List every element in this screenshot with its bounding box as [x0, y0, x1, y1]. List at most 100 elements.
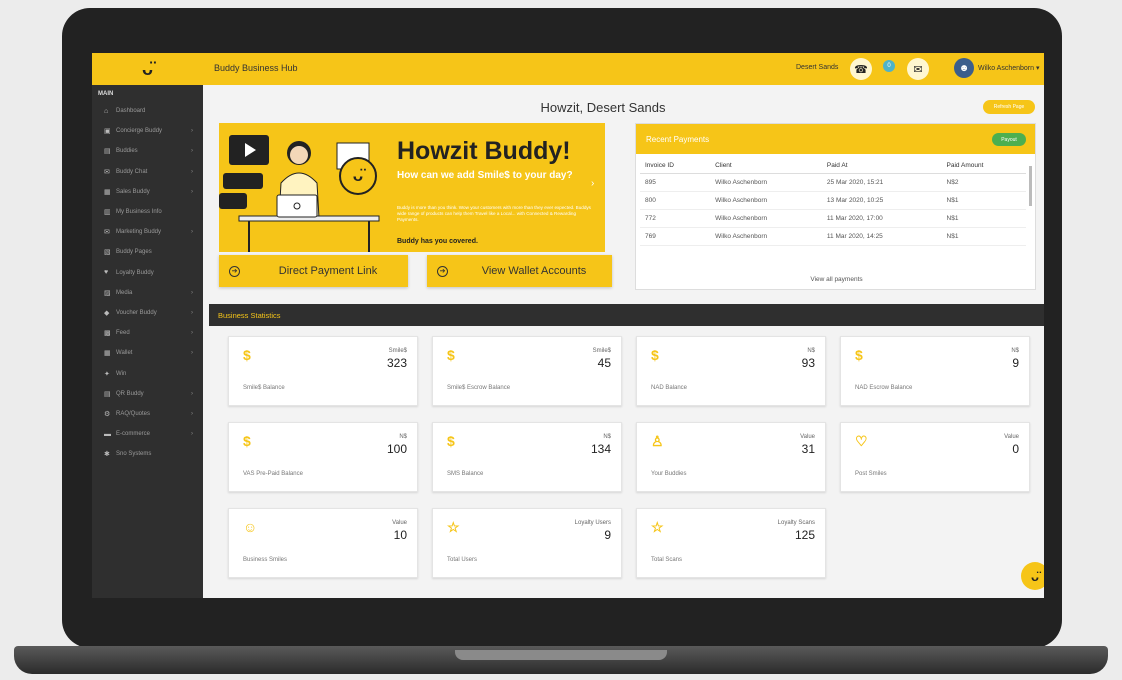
chevron-right-icon[interactable]: › [591, 178, 594, 189]
stat-label: Post Smiles [855, 471, 887, 477]
stat-card: ♡ Value 0 Post Smiles [840, 422, 1030, 492]
stat-label: VAS Pre-Paid Balance [243, 471, 303, 477]
sidebar-item[interactable]: ▥ My Business Info [92, 202, 203, 222]
view-wallet-accounts-button[interactable]: ➔ View Wallet Accounts [427, 255, 612, 287]
column-header: Paid Amount [941, 158, 1026, 174]
sidebar-item[interactable]: ▦ Wallet › [92, 343, 203, 363]
table-row[interactable]: 800 Wilko Aschenborn 13 Mar 2020, 10:25 N$1 [640, 191, 1026, 210]
smiley-logo-icon[interactable]: ᴗ̈ [92, 53, 203, 85]
column-header: Invoice ID [640, 158, 711, 174]
column-header: Paid At [821, 158, 942, 174]
support-icon[interactable]: ☎ [850, 58, 872, 80]
chevron-right-icon: › [191, 431, 193, 438]
chat-icon[interactable]: ✉ [907, 58, 929, 80]
stat-label: Total Users [447, 557, 478, 563]
sidebar-item[interactable]: ▤ Buddies › [92, 141, 203, 161]
promo-banner[interactable]: ᴗ̈ Howzit Buddy! How can we add Smile$ t… [219, 123, 605, 252]
stat-label: Business Smiles [243, 557, 288, 563]
sidebar-item[interactable]: ✉ Marketing Buddy › [92, 222, 203, 242]
refresh-button[interactable]: Refresh Page [983, 100, 1035, 114]
sidebar-item-label: Buddy Chat [116, 168, 148, 175]
direct-payment-link-button[interactable]: ➔ Direct Payment Link [219, 255, 408, 287]
stat-icon: $ [447, 347, 455, 363]
scrollbar-thumb[interactable] [1029, 166, 1032, 206]
chevron-right-icon: › [191, 148, 193, 155]
sidebar-item[interactable]: ✱ Sno Systems [92, 444, 203, 464]
business-statistics-header: Business Statistics [209, 304, 1044, 326]
stat-icon: ♡ [855, 433, 868, 449]
payout-button[interactable]: Payout [992, 133, 1026, 146]
sidebar-item-icon: ⚙ [104, 410, 111, 418]
helper-chat-icon[interactable]: ᴗ̈ [1021, 562, 1044, 590]
sidebar-item-label: Buddies [116, 148, 138, 155]
table-row[interactable]: 895 Wilko Aschenborn 25 Mar 2020, 15:21 N$2 [640, 173, 1026, 192]
stat-card: $ N$ 9 NAD Escrow Balance [840, 336, 1030, 406]
table-cell: Wilko Aschenborn [710, 173, 822, 192]
main-content: Howzit, Desert Sands Refresh Page ᴗ̈ How… [203, 85, 1044, 598]
stat-value: 323 [386, 356, 407, 370]
sidebar-item[interactable]: ▤ QR Buddy › [92, 384, 203, 404]
table-cell: 11 Mar 2020, 17:00 [821, 209, 942, 228]
stat-unit: Value [800, 434, 815, 440]
sidebar-item-icon: ▦ [104, 188, 111, 196]
stat-card: ☆ Loyalty Users 9 Total Users [432, 508, 622, 578]
sidebar-item-label: QR Buddy [116, 390, 144, 397]
sidebar-item[interactable]: ⌂ Dashboard [92, 101, 203, 121]
sidebar-item[interactable]: ▦ Sales Buddy › [92, 182, 203, 202]
stat-icon: ♙ [651, 433, 664, 449]
stat-unit: N$ [807, 348, 815, 354]
sidebar-item[interactable]: ▨ Media › [92, 283, 203, 303]
laptop-notch [455, 650, 667, 660]
page-title: Howzit, Desert Sands [540, 100, 666, 115]
stat-unit: Loyalty Scans [777, 520, 815, 526]
sidebar-item[interactable]: ♥ Loyalty Buddy [92, 263, 203, 283]
user-menu[interactable]: Wilko Aschenborn ▾ [978, 64, 1040, 72]
stat-card: ♙ Value 31 Your Buddies [636, 422, 826, 492]
sidebar-item-label: Sno Systems [116, 451, 152, 458]
store-name: Desert Sands [796, 64, 839, 71]
sidebar-item-label: Media [116, 289, 133, 296]
stat-value: 0 [1012, 442, 1019, 456]
arrow-circle-icon: ➔ [437, 265, 448, 277]
stat-label: Total Scans [651, 557, 683, 563]
table-cell: N$1 [941, 191, 1026, 210]
sidebar-item-icon: ◆ [104, 309, 110, 317]
chevron-right-icon: › [191, 350, 193, 357]
stat-card: $ N$ 134 SMS Balance [432, 422, 622, 492]
table-cell: 895 [640, 173, 711, 192]
sidebar-item-icon: ⌂ [104, 107, 109, 115]
sidebar-item[interactable]: ▧ Buddy Pages [92, 242, 203, 262]
sidebar-item[interactable]: ◆ Voucher Buddy › [92, 303, 203, 323]
sidebar-item[interactable]: ✉ Buddy Chat › [92, 162, 203, 182]
sidebar-item-icon: ▤ [104, 148, 111, 156]
sidebar-item-label: Loyalty Buddy [116, 269, 154, 276]
app-title: Buddy Business Hub [214, 63, 298, 73]
sidebar-item[interactable]: ▣ Concierge Buddy › [92, 121, 203, 141]
stat-card: $ N$ 100 VAS Pre-Paid Balance [228, 422, 418, 492]
stat-card: ☺ Value 10 Business Smiles [228, 508, 418, 578]
stat-unit: Value [392, 520, 407, 526]
table-cell: 800 [640, 191, 711, 210]
sidebar-item-icon: ▬ [104, 430, 111, 438]
sidebar-item[interactable]: ▬ E-commerce › [92, 424, 203, 444]
table-row[interactable]: 772 Wilko Aschenborn 11 Mar 2020, 17:00 N$1 [640, 209, 1026, 228]
stat-unit: Smile$ [388, 348, 407, 354]
table-cell: N$1 [941, 209, 1026, 228]
stat-card: $ N$ 93 NAD Balance [636, 336, 826, 406]
chevron-right-icon: › [191, 330, 193, 337]
table-row[interactable]: 769 Wilko Aschenborn 11 Mar 2020, 14:25 N$1 [640, 227, 1026, 246]
sidebar-item-label: Dashboard [116, 108, 146, 115]
stat-icon: $ [243, 433, 251, 449]
stat-label: NAD Escrow Balance [855, 385, 913, 391]
sidebar-item-icon: ▤ [104, 390, 111, 398]
sidebar-item[interactable]: ▩ Feed › [92, 323, 203, 343]
sidebar-item-icon: ✉ [104, 229, 110, 237]
view-all-payments-link[interactable]: View all payments [636, 276, 1037, 283]
recent-payments-title: Recent Payments [646, 134, 710, 144]
sidebar-item[interactable]: ⚙ RAQ/Quotes › [92, 404, 203, 424]
sidebar-item-icon: ▣ [104, 128, 111, 136]
user-avatar-icon[interactable]: ☻ [954, 58, 974, 78]
sidebar-item[interactable]: ✦ Win [92, 363, 203, 383]
direct-payment-label: Direct Payment Link [278, 265, 378, 277]
chevron-right-icon: › [191, 168, 193, 175]
